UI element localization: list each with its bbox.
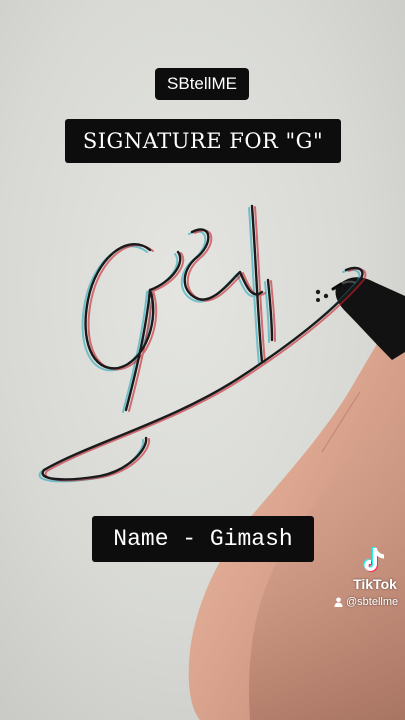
title-caption: SIGNATURE FOR "G": [65, 119, 341, 163]
user-icon: [334, 597, 343, 607]
tiktok-wordmark: TikTok: [353, 576, 397, 592]
photo-scene: [0, 0, 405, 720]
name-caption: Name - Gimash: [92, 516, 314, 562]
creator-handle: @sbtellme: [346, 596, 399, 608]
tiktok-logo-icon: [363, 547, 384, 572]
brand-badge: SBtellME: [155, 68, 249, 100]
creator-handle-row: @sbtellme: [334, 595, 398, 609]
